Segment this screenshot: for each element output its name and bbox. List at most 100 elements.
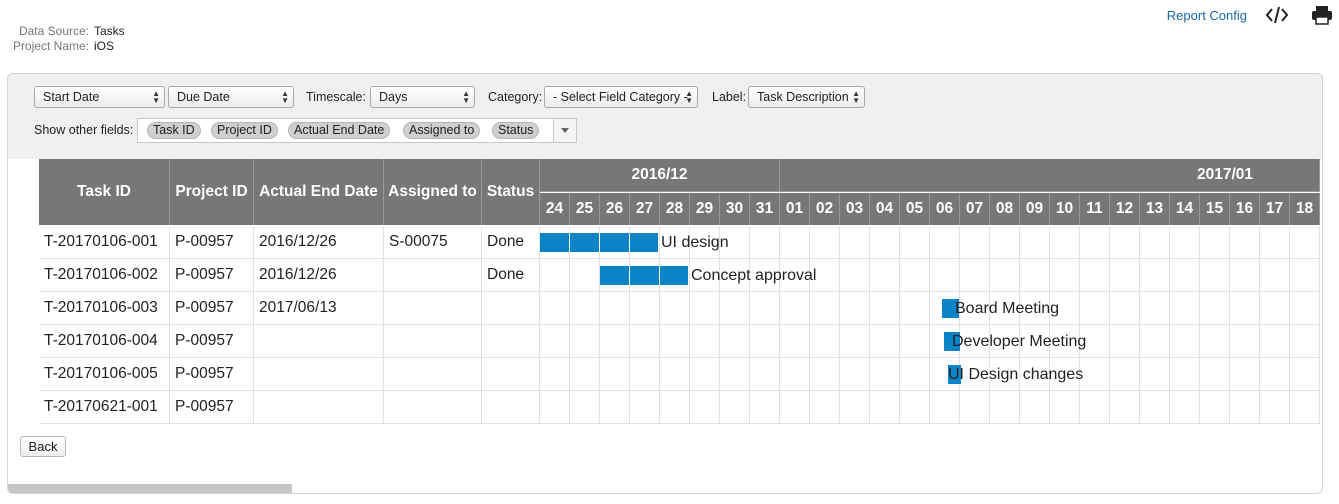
timescale-select[interactable]: Days ▲ ▼ (370, 86, 475, 108)
day-cell[interactable] (1200, 358, 1230, 391)
day-cell[interactable] (1200, 391, 1230, 424)
day-cell[interactable] (660, 391, 690, 424)
day-cell[interactable] (1200, 226, 1230, 259)
day-cell[interactable] (540, 358, 570, 391)
day-cell[interactable] (810, 226, 840, 259)
day-cell[interactable] (900, 391, 930, 424)
day-cell[interactable] (930, 259, 960, 292)
day-cell[interactable] (990, 259, 1020, 292)
day-cell[interactable] (600, 391, 630, 424)
day-cell[interactable] (870, 259, 900, 292)
day-cell[interactable] (630, 292, 660, 325)
day-cell[interactable] (630, 391, 660, 424)
day-cell[interactable] (690, 292, 720, 325)
day-cell[interactable] (660, 292, 690, 325)
chip-assigned-to[interactable]: Assigned to (403, 122, 481, 139)
day-cell[interactable] (780, 226, 810, 259)
day-cell[interactable] (1140, 226, 1170, 259)
day-cell[interactable] (840, 292, 870, 325)
day-cell[interactable] (1260, 259, 1290, 292)
day-cell[interactable] (570, 358, 600, 391)
code-icon[interactable] (1265, 5, 1289, 25)
day-cell[interactable] (900, 325, 930, 358)
day-cell[interactable] (1260, 226, 1290, 259)
day-cell[interactable] (1260, 358, 1290, 391)
day-cell[interactable] (1290, 226, 1320, 259)
day-cell[interactable] (960, 226, 990, 259)
day-cell[interactable] (750, 391, 780, 424)
day-cell[interactable] (870, 292, 900, 325)
horizontal-scrollbar[interactable] (8, 484, 292, 493)
column-header[interactable]: Actual End Date (254, 159, 384, 225)
day-cell[interactable] (1140, 259, 1170, 292)
day-cell[interactable] (1080, 292, 1110, 325)
day-cell[interactable] (540, 391, 570, 424)
day-cell[interactable] (810, 292, 840, 325)
show-fields-multiselect[interactable]: Task ID Project ID Actual End Date Assig… (137, 118, 577, 143)
day-cell[interactable] (1230, 325, 1260, 358)
day-cell[interactable] (960, 391, 990, 424)
day-cell[interactable] (1230, 259, 1260, 292)
day-cell[interactable] (1230, 292, 1260, 325)
day-cell[interactable] (960, 259, 990, 292)
day-cell[interactable] (870, 226, 900, 259)
day-cell[interactable] (1260, 292, 1290, 325)
day-cell[interactable] (570, 325, 600, 358)
day-cell[interactable] (810, 391, 840, 424)
day-cell[interactable] (1050, 259, 1080, 292)
day-cell[interactable] (870, 325, 900, 358)
day-cell[interactable] (1050, 391, 1080, 424)
day-cell[interactable] (1260, 391, 1290, 424)
day-cell[interactable] (660, 325, 690, 358)
day-cell[interactable] (1200, 259, 1230, 292)
day-cell[interactable] (1200, 325, 1230, 358)
day-cell[interactable] (900, 358, 930, 391)
day-cell[interactable] (600, 325, 630, 358)
column-header[interactable]: Status (482, 159, 540, 225)
day-cell[interactable] (810, 325, 840, 358)
category-select[interactable]: - Select Field Category - ▲ ▼ (544, 86, 698, 108)
day-cell[interactable] (1140, 358, 1170, 391)
day-cell[interactable] (540, 325, 570, 358)
day-cell[interactable] (1020, 391, 1050, 424)
chip-task-id[interactable]: Task ID (147, 122, 201, 139)
day-cell[interactable] (780, 358, 810, 391)
day-cell[interactable] (1110, 259, 1140, 292)
day-cell[interactable] (1170, 259, 1200, 292)
day-cell[interactable] (720, 292, 750, 325)
day-cell[interactable] (1290, 292, 1320, 325)
day-cell[interactable] (930, 391, 960, 424)
day-cell[interactable] (720, 325, 750, 358)
day-cell[interactable] (630, 358, 660, 391)
day-cell[interactable] (750, 358, 780, 391)
day-cell[interactable] (810, 358, 840, 391)
day-cell[interactable] (750, 292, 780, 325)
gantt-bar[interactable] (540, 233, 658, 252)
day-cell[interactable] (1170, 325, 1200, 358)
day-cell[interactable] (690, 358, 720, 391)
day-cell[interactable] (1170, 292, 1200, 325)
day-cell[interactable] (1290, 259, 1320, 292)
day-cell[interactable] (540, 292, 570, 325)
gantt-bar[interactable] (600, 266, 688, 285)
day-cell[interactable] (600, 358, 630, 391)
day-cell[interactable] (1080, 259, 1110, 292)
day-cell[interactable] (1230, 226, 1260, 259)
day-cell[interactable] (1020, 226, 1050, 259)
day-cell[interactable] (570, 259, 600, 292)
column-header[interactable]: Task ID (39, 159, 170, 225)
day-cell[interactable] (840, 325, 870, 358)
start-date-select[interactable]: Start Date ▲ ▼ (34, 86, 165, 108)
day-cell[interactable] (1170, 358, 1200, 391)
day-cell[interactable] (840, 226, 870, 259)
day-cell[interactable] (1110, 325, 1140, 358)
day-cell[interactable] (690, 391, 720, 424)
day-cell[interactable] (570, 292, 600, 325)
day-cell[interactable] (570, 391, 600, 424)
day-cell[interactable] (660, 358, 690, 391)
day-cell[interactable] (1290, 325, 1320, 358)
day-cell[interactable] (1230, 358, 1260, 391)
day-cell[interactable] (600, 292, 630, 325)
day-cell[interactable] (930, 226, 960, 259)
day-cell[interactable] (900, 226, 930, 259)
